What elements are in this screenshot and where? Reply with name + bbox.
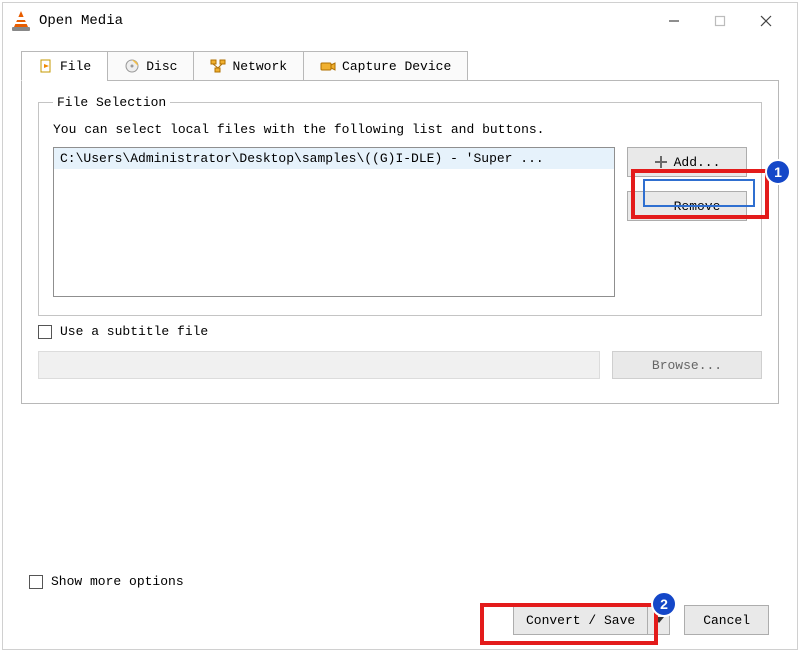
chevron-down-icon <box>654 617 664 623</box>
disc-icon <box>124 58 140 74</box>
tab-label: Network <box>232 59 287 74</box>
remove-button-label: Remove <box>674 199 721 214</box>
vlc-cone-icon <box>11 11 31 31</box>
tab-network[interactable]: Network <box>193 51 304 81</box>
network-icon <box>210 58 226 74</box>
add-button[interactable]: Add... <box>627 147 747 177</box>
cancel-label: Cancel <box>703 613 750 628</box>
annotation-badge-1: 1 <box>765 159 791 185</box>
maximize-button <box>697 6 743 36</box>
capture-icon <box>320 58 336 74</box>
file-icon <box>38 58 54 74</box>
file-selection-hint: You can select local files with the foll… <box>53 122 747 137</box>
subtitle-checkbox[interactable] <box>38 325 52 339</box>
cancel-button[interactable]: Cancel <box>684 605 769 635</box>
subtitle-checkbox-label: Use a subtitle file <box>60 324 208 339</box>
tab-label: File <box>60 59 91 74</box>
file-selection-group: File Selection You can select local file… <box>38 95 762 316</box>
tab-label: Disc <box>146 59 177 74</box>
show-more-options-row[interactable]: Show more options <box>29 574 184 589</box>
close-button[interactable] <box>743 6 789 36</box>
minus-icon <box>654 199 668 213</box>
tab-panel-file: File Selection You can select local file… <box>21 80 779 404</box>
add-button-label: Add... <box>674 155 721 170</box>
show-more-label: Show more options <box>51 574 184 589</box>
convert-save-label: Convert / Save <box>514 606 647 634</box>
browse-subtitle-button: Browse... <box>612 351 762 379</box>
window-title: Open Media <box>39 13 123 29</box>
plus-icon <box>654 155 668 169</box>
titlebar: Open Media <box>3 3 797 39</box>
remove-button[interactable]: Remove <box>627 191 747 221</box>
tab-disc[interactable]: Disc <box>107 51 194 81</box>
tab-label: Capture Device <box>342 59 451 74</box>
minimize-button[interactable] <box>651 6 697 36</box>
tab-bar: File Disc Network Capture Device <box>21 51 779 81</box>
convert-save-button[interactable]: Convert / Save <box>513 605 670 635</box>
file-list-item[interactable]: C:\Users\Administrator\Desktop\samples\(… <box>54 148 614 169</box>
show-more-checkbox[interactable] <box>29 575 43 589</box>
file-selection-legend: File Selection <box>53 95 170 110</box>
browse-label: Browse... <box>652 358 722 373</box>
subtitle-path-input <box>38 351 600 379</box>
tab-file[interactable]: File <box>21 51 108 81</box>
annotation-badge-2: 2 <box>651 591 677 617</box>
subtitle-checkbox-row[interactable]: Use a subtitle file <box>38 324 762 339</box>
file-list[interactable]: C:\Users\Administrator\Desktop\samples\(… <box>53 147 615 297</box>
tab-capture-device[interactable]: Capture Device <box>303 51 468 81</box>
